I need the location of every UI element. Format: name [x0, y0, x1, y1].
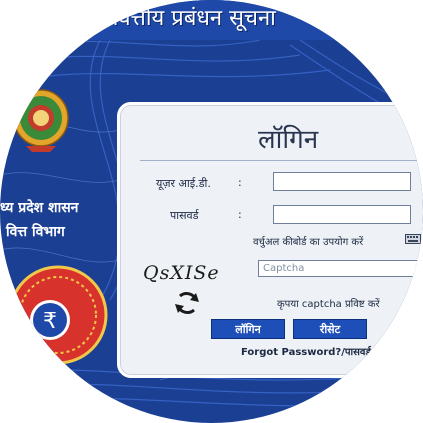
- user-id-label: यूज़र आई.डी.: [156, 177, 211, 190]
- rupee-badge-icon: ₹: [8, 265, 108, 365]
- state-emblem-icon: [13, 89, 69, 152]
- department-name: ध्य प्रदेश शासन वित्त विभाग: [0, 196, 125, 244]
- title-divider: [140, 160, 423, 161]
- login-button[interactable]: लॉगिन: [211, 319, 285, 339]
- password-label: पासवर्ड: [170, 209, 199, 222]
- refresh-captcha-icon[interactable]: [172, 288, 202, 318]
- virtual-keyboard-link[interactable]: वर्चुअल कीबोर्ड का उपयोग करें: [253, 234, 363, 248]
- svg-text:₹: ₹: [43, 309, 57, 334]
- login-title: लॉगिन: [258, 125, 319, 155]
- keyboard-icon[interactable]: [405, 234, 421, 244]
- user-id-input[interactable]: [273, 172, 411, 191]
- department-line-finance: वित्त विभाग: [6, 224, 65, 240]
- reset-button[interactable]: रीसेट: [293, 319, 367, 339]
- password-colon: :: [238, 208, 242, 221]
- captcha-image: QsXISe: [143, 262, 220, 284]
- captcha-hint: कृपया captcha प्रविष्ट करें: [277, 299, 380, 310]
- password-input[interactable]: [273, 205, 411, 224]
- forgot-password-link[interactable]: Forgot Password?/पासवर्ड: [241, 344, 371, 358]
- department-line-state: ध्य प्रदेश शासन: [0, 200, 79, 216]
- captcha-input[interactable]: [258, 260, 418, 277]
- header-banner: पूर्ति वित्तीय प्रबंधन सूचना: [0, 0, 423, 40]
- screenshot-viewport: पूर्ति वित्तीय प्रबंधन सूचना ध्य प्रदेश …: [0, 0, 423, 423]
- user-id-colon: :: [238, 176, 242, 189]
- banner-title: पूर्ति वित्तीय प्रबंधन सूचना: [75, 6, 276, 31]
